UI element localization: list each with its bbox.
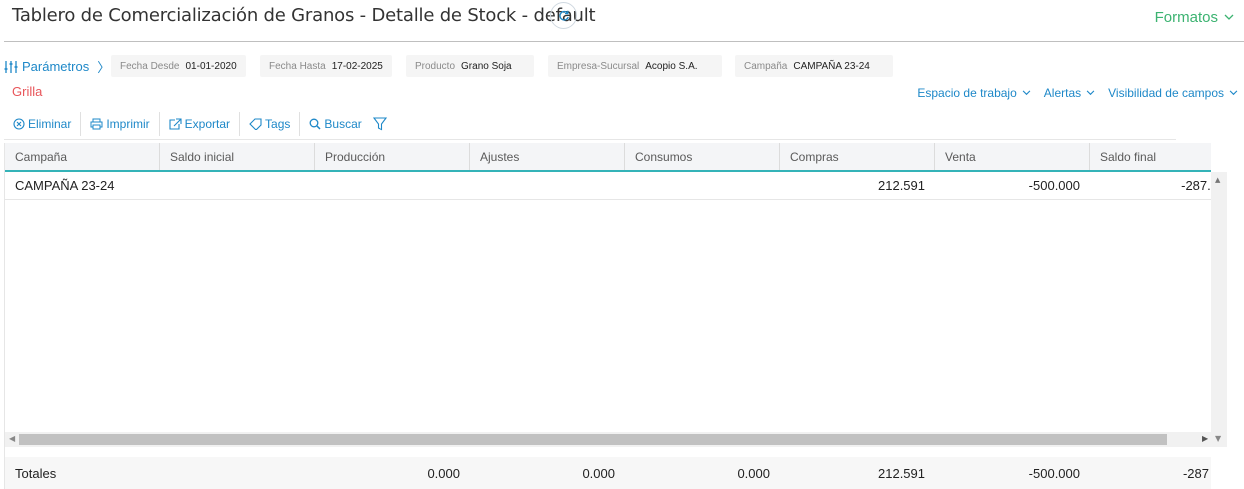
totals-label: Totales xyxy=(15,465,57,481)
filter-value: Grano Soja xyxy=(461,60,512,72)
table-cell: 212.591 xyxy=(878,178,925,193)
filter-value: Acopio S.A. xyxy=(645,60,698,72)
totals-cell: -500.000 xyxy=(1028,465,1080,481)
scroll-left-icon[interactable]: ◀ xyxy=(9,434,15,443)
chevron-down-icon xyxy=(1224,14,1234,20)
table-cell: CAMPAÑA 23-24 xyxy=(15,178,115,193)
workspace-label: Espacio de trabajo xyxy=(917,86,1017,100)
table-row[interactable]: CAMPAÑA 23-24 212.591 -500.000 -287.4 xyxy=(5,172,1211,200)
column-header[interactable]: Campaña xyxy=(5,143,160,170)
parameters-label: Parámetros xyxy=(22,59,90,74)
grid-options: Espacio de trabajo Alertas Visibilidad d… xyxy=(917,86,1238,100)
filter-value: 01-01-2020 xyxy=(185,60,237,72)
page-title: Tablero de Comercialización de Granos - … xyxy=(12,5,596,26)
filter-producto[interactable]: Producto Grano Soja xyxy=(406,55,534,77)
filter-empresa-sucursal[interactable]: Empresa-Sucursal Acopio S.A. xyxy=(548,55,722,77)
delete-label: Eliminar xyxy=(28,117,72,131)
horizontal-scrollbar[interactable]: ◀ ▶ ▼ xyxy=(5,432,1227,447)
formats-label: Formatos xyxy=(1154,9,1218,26)
totals-cell: 212.591 xyxy=(878,465,925,481)
header-divider xyxy=(4,41,1244,42)
delete-button[interactable]: Eliminar xyxy=(4,112,82,136)
filter-label: Fecha Hasta xyxy=(269,60,326,72)
refresh-icon xyxy=(558,10,569,21)
tag-icon xyxy=(249,118,262,130)
chevron-down-icon xyxy=(1229,90,1238,96)
filter-label: Fecha Desde xyxy=(120,60,180,72)
column-header[interactable]: Venta xyxy=(935,143,1090,170)
section-title: Grilla xyxy=(12,84,43,99)
vertical-scrollbar[interactable]: ▲ xyxy=(1211,172,1227,444)
column-header[interactable]: Saldo inicial xyxy=(160,143,315,170)
tags-label: Tags xyxy=(265,117,291,131)
table-cell: -287.4 xyxy=(1181,178,1211,193)
print-label: Imprimir xyxy=(106,117,150,131)
formats-dropdown[interactable]: Formatos xyxy=(1155,9,1234,26)
search-button[interactable]: Buscar xyxy=(300,112,363,136)
filter-value: 17-02-2025 xyxy=(331,60,383,72)
totals-row: Totales 0.000 0.000 0.000 212.591 -500.0… xyxy=(5,457,1211,489)
export-label: Exportar xyxy=(184,117,231,131)
totals-cell xyxy=(160,457,315,489)
table-cell xyxy=(160,172,315,199)
table-cell xyxy=(315,172,470,199)
column-header[interactable]: Ajustes xyxy=(470,143,625,170)
chevron-right-icon: 〉 xyxy=(97,60,111,75)
refresh-button[interactable] xyxy=(550,2,577,29)
chevron-down-icon xyxy=(1086,90,1095,96)
scroll-down-icon[interactable]: ▼ xyxy=(1215,434,1221,443)
filter-label: Producto xyxy=(415,60,456,72)
external-link-icon xyxy=(169,118,182,130)
totals-cell: 0.000 xyxy=(427,465,460,481)
grid-toolbar: Eliminar Imprimir Exportar Tags Buscar xyxy=(4,109,1176,140)
column-header[interactable]: Saldo final xyxy=(1090,143,1208,170)
totals-cell: -287 xyxy=(1182,465,1209,481)
filter-campana[interactable]: Campaña CAMPAÑA 23-24 xyxy=(735,55,893,77)
filter-value: CAMPAÑA 23-24 xyxy=(793,60,870,72)
workspace-dropdown[interactable]: Espacio de trabajo xyxy=(917,86,1031,100)
table-cell xyxy=(625,172,780,199)
totals-cell: 0.000 xyxy=(582,465,615,481)
scroll-right-icon[interactable]: ▶ xyxy=(1202,434,1208,443)
parameters-toggle[interactable]: Parámetros 〉 xyxy=(4,57,110,76)
scrollbar-thumb[interactable] xyxy=(19,434,1167,445)
table-cell xyxy=(470,172,625,199)
table-cell: -500.000 xyxy=(1028,178,1080,193)
filter-fecha-desde[interactable]: Fecha Desde 01-01-2020 xyxy=(111,55,246,77)
tags-button[interactable]: Tags xyxy=(240,112,301,136)
print-button[interactable]: Imprimir xyxy=(81,112,160,136)
filter-label: Campaña xyxy=(744,60,788,72)
printer-icon xyxy=(90,118,103,130)
filter-icon xyxy=(372,117,387,131)
alerts-dropdown[interactable]: Alertas xyxy=(1044,86,1095,100)
scroll-up-icon[interactable]: ▲ xyxy=(1215,176,1220,184)
close-circle-icon xyxy=(13,118,25,130)
filter-fecha-hasta[interactable]: Fecha Hasta 17-02-2025 xyxy=(260,55,392,77)
field-visibility-dropdown[interactable]: Visibilidad de campos xyxy=(1108,86,1238,100)
grid-header: Campaña Saldo inicial Producción Ajustes… xyxy=(5,143,1211,172)
export-button[interactable]: Exportar xyxy=(160,112,241,136)
sliders-icon xyxy=(4,60,18,73)
totals-cell: 0.000 xyxy=(737,465,770,481)
chevron-down-icon xyxy=(1022,90,1031,96)
data-grid: Campaña Saldo inicial Producción Ajustes… xyxy=(4,143,1227,489)
search-label: Buscar xyxy=(324,117,362,131)
alerts-label: Alertas xyxy=(1043,86,1082,100)
column-header[interactable]: Consumos xyxy=(625,143,780,170)
field-visibility-label: Visibilidad de campos xyxy=(1108,86,1224,100)
column-header[interactable]: Producción xyxy=(315,143,470,170)
search-icon xyxy=(309,118,321,130)
filter-label: Empresa-Sucursal xyxy=(557,60,640,72)
column-header[interactable]: Compras xyxy=(780,143,935,170)
filter-button[interactable] xyxy=(364,112,396,136)
